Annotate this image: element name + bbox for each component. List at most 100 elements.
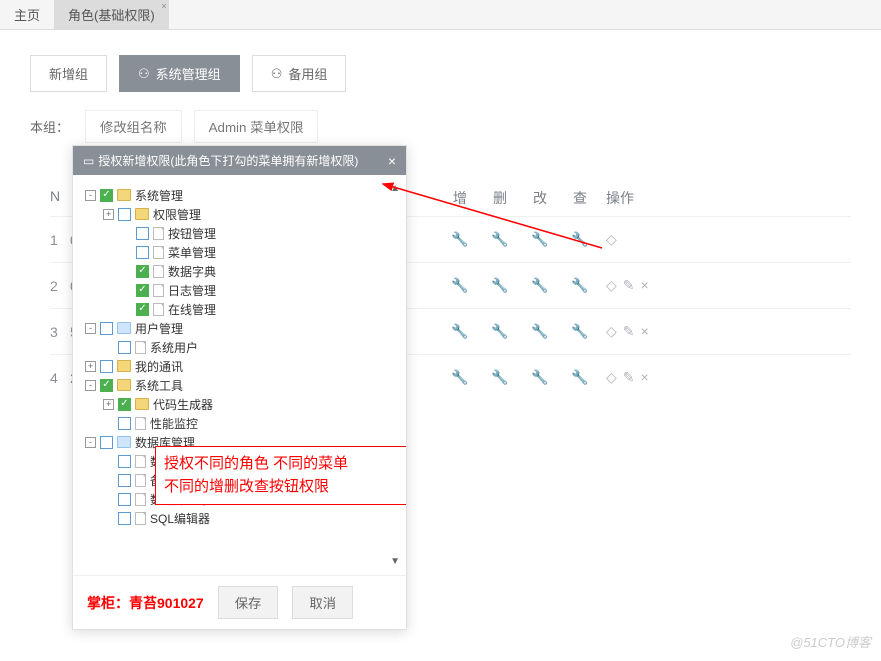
users-icon: ⚇ — [271, 66, 283, 82]
tree-node[interactable]: 日志管理 — [79, 281, 396, 299]
tag-icon[interactable]: ◇ — [606, 277, 617, 294]
collapse-icon[interactable]: - — [85, 437, 96, 448]
signature: 掌柜：青苔901027 — [87, 593, 204, 613]
toggle-blank — [121, 304, 132, 315]
checkbox[interactable] — [118, 512, 131, 525]
permission-dialog: ▭ 授权新增权限(此角色下打勾的菜单拥有新增权限) × ▲ -系统管理+权限管理… — [72, 145, 407, 630]
dialog-header[interactable]: ▭ 授权新增权限(此角色下打勾的菜单拥有新增权限) × — [73, 146, 406, 175]
th-op: 操作 — [606, 188, 666, 208]
file-icon — [135, 474, 146, 487]
delete-icon[interactable]: × — [641, 277, 649, 294]
tree-node[interactable]: -系统管理 — [79, 186, 396, 204]
group-row: 本组： 修改组名称 Admin 菜单权限 — [30, 110, 851, 143]
tree-node[interactable]: SQL编辑器 — [79, 509, 396, 527]
collapse-icon[interactable]: - — [85, 190, 96, 201]
checkbox[interactable] — [100, 360, 113, 373]
checkbox[interactable] — [118, 493, 131, 506]
wrench-icon[interactable]: 🔧 — [571, 323, 588, 339]
tree-node[interactable]: 在线管理 — [79, 300, 396, 318]
wrench-icon[interactable]: 🔧 — [451, 277, 468, 293]
wrench-icon[interactable]: 🔧 — [451, 231, 468, 247]
annotation-box: 授权不同的角色 不同的菜单 不同的增删改查按钮权限 — [155, 446, 406, 505]
folder-icon — [135, 398, 149, 410]
checkbox[interactable] — [100, 379, 113, 392]
toggle-blank — [121, 266, 132, 277]
tree-node-label: 代码生成器 — [153, 396, 213, 413]
wrench-icon[interactable]: 🔧 — [531, 231, 548, 247]
file-icon — [153, 265, 164, 278]
checkbox[interactable] — [100, 322, 113, 335]
checkbox[interactable] — [136, 227, 149, 240]
wrench-icon[interactable]: 🔧 — [531, 323, 548, 339]
tree-node[interactable]: - 系统工具 — [79, 376, 396, 394]
rename-group-button[interactable]: 修改组名称 — [85, 110, 182, 143]
wrench-icon[interactable]: 🔧 — [571, 231, 588, 247]
close-icon[interactable]: × — [161, 1, 166, 11]
tree-node[interactable]: +我的通讯 — [79, 357, 396, 375]
wrench-icon[interactable]: 🔧 — [571, 369, 588, 385]
tree-node[interactable]: -用户管理 — [79, 319, 396, 337]
checkbox[interactable] — [136, 303, 149, 316]
scroll-down-icon[interactable]: ▼ — [390, 556, 400, 567]
checkbox[interactable] — [118, 398, 131, 411]
checkbox[interactable] — [136, 284, 149, 297]
wrench-icon[interactable]: 🔧 — [491, 231, 508, 247]
tree-node[interactable]: 数据字典 — [79, 262, 396, 280]
tag-icon[interactable]: ◇ — [606, 323, 617, 340]
group-label: 本组： — [30, 117, 69, 136]
checkbox[interactable] — [118, 417, 131, 430]
close-icon[interactable]: × — [388, 153, 396, 169]
new-group-button[interactable]: 新增组 — [30, 55, 107, 92]
checkbox[interactable] — [100, 189, 113, 202]
th-view: 查 — [560, 188, 600, 208]
wrench-icon[interactable]: 🔧 — [491, 277, 508, 293]
edit-icon[interactable]: ✎ — [623, 369, 635, 386]
cancel-button[interactable]: 取消 — [292, 586, 353, 619]
expand-icon[interactable]: + — [103, 399, 114, 410]
checkbox[interactable] — [118, 341, 131, 354]
admin-perm-button[interactable]: Admin 菜单权限 — [194, 110, 319, 143]
tree-node-label: 系统工具 — [135, 377, 183, 394]
backup-group-button[interactable]: ⚇ 备用组 — [252, 55, 347, 92]
checkbox[interactable] — [100, 436, 113, 449]
checkbox[interactable] — [136, 246, 149, 259]
tree-node[interactable]: 按钮管理 — [79, 224, 396, 242]
tree-node[interactable]: 菜单管理 — [79, 243, 396, 261]
edit-icon[interactable]: ✎ — [623, 277, 635, 294]
tree-node[interactable]: +权限管理 — [79, 205, 396, 223]
tag-icon[interactable]: ◇ — [606, 231, 617, 248]
expand-icon[interactable]: + — [85, 361, 96, 372]
tree-node[interactable]: + 代码生成器 — [79, 395, 396, 413]
delete-icon[interactable]: × — [641, 323, 649, 340]
wrench-icon[interactable]: 🔧 — [531, 369, 548, 385]
sys-group-button[interactable]: ⚇ 系统管理组 — [119, 55, 240, 92]
wrench-icon[interactable]: 🔧 — [531, 277, 548, 293]
tag-icon[interactable]: ◇ — [606, 369, 617, 386]
checkbox[interactable] — [136, 265, 149, 278]
folder-icon — [117, 360, 131, 372]
expand-icon[interactable]: + — [103, 209, 114, 220]
tab-home[interactable]: 主页 — [0, 0, 54, 30]
wrench-icon[interactable]: 🔧 — [451, 323, 468, 339]
wrench-icon[interactable]: 🔧 — [491, 369, 508, 385]
annotation-line2: 不同的增删改查按钮权限 — [164, 476, 406, 499]
save-button[interactable]: 保存 — [218, 586, 279, 619]
tree-node[interactable]: 系统用户 — [79, 338, 396, 356]
delete-icon[interactable]: × — [641, 369, 649, 386]
scroll-up-icon[interactable]: ▲ — [390, 183, 400, 194]
collapse-icon[interactable]: - — [85, 380, 96, 391]
tab-roles[interactable]: 角色(基础权限) × — [54, 0, 169, 30]
checkbox[interactable] — [118, 455, 131, 468]
folder-icon — [117, 379, 131, 391]
checkbox[interactable] — [118, 474, 131, 487]
wrench-icon[interactable]: 🔧 — [451, 369, 468, 385]
checkbox[interactable] — [118, 208, 131, 221]
folder-icon — [117, 322, 131, 334]
collapse-icon[interactable]: - — [85, 323, 96, 334]
wrench-icon[interactable]: 🔧 — [491, 323, 508, 339]
tree-node[interactable]: 性能监控 — [79, 414, 396, 432]
th-edit: 改 — [520, 188, 560, 208]
edit-icon[interactable]: ✎ — [623, 323, 635, 340]
wrench-icon[interactable]: 🔧 — [571, 277, 588, 293]
toggle-blank — [103, 513, 114, 524]
